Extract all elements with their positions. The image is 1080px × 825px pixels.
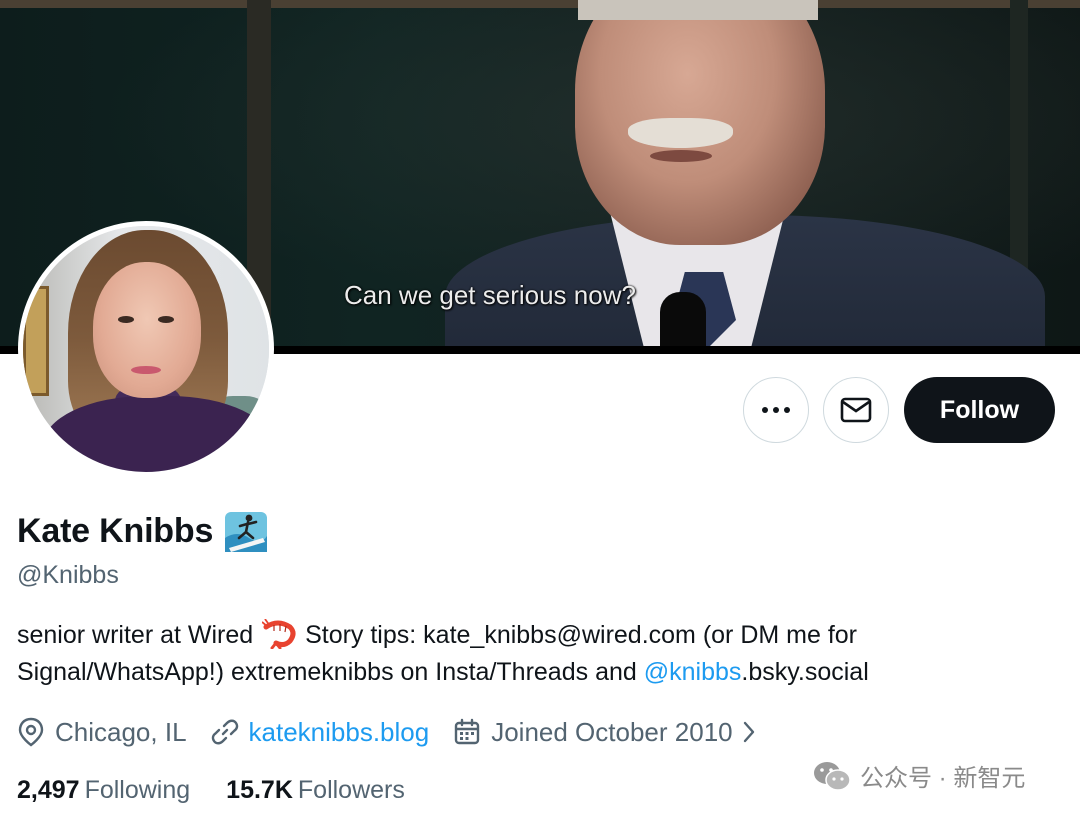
- handle: @Knibbs: [17, 561, 119, 589]
- followers-label: Followers: [297, 776, 405, 804]
- envelope-icon: [840, 397, 872, 423]
- display-name: Kate Knibbs: [17, 511, 214, 550]
- following-label: Following: [84, 776, 191, 804]
- watermark: 公众号 · 新智元: [812, 758, 1025, 793]
- follow-stats: 2,497 Following 15.7K Followers: [17, 776, 441, 805]
- wechat-icon: [814, 761, 851, 791]
- shrimp-icon: [262, 619, 296, 649]
- profile-page: Can we get serious now? Follow Kate Knib…: [0, 0, 1080, 825]
- location-pin-icon: [18, 717, 44, 747]
- avatar-wall-art: [23, 286, 49, 396]
- bio: senior writer at Wired Story tips: kate_…: [17, 617, 1057, 691]
- name-row: Kate Knibbs: [17, 508, 269, 554]
- avatar[interactable]: [18, 221, 274, 477]
- banner-figure-hair: [578, 0, 818, 20]
- follow-button[interactable]: Follow: [904, 377, 1055, 443]
- following-stat[interactable]: 2,497 Following: [17, 776, 190, 805]
- bio-text-1: senior writer at Wired: [17, 621, 254, 649]
- link-icon: [211, 719, 238, 745]
- following-count: 2,497: [17, 776, 80, 804]
- chevron-right-icon[interactable]: [741, 720, 757, 744]
- bio-text-3: .bsky.social: [741, 658, 869, 686]
- followers-count: 15.7K: [226, 776, 293, 804]
- watermark-text: 公众号 · 新智元: [860, 765, 1026, 792]
- more-horizontal-icon: [762, 407, 790, 413]
- banner-figure-mouth: [650, 150, 712, 162]
- avatar-lips: [131, 366, 161, 374]
- message-button[interactable]: [823, 377, 889, 443]
- profile-meta: Chicago, IL kateknibbs.blog Joined Octob…: [17, 712, 791, 752]
- location-text: Chicago, IL: [55, 716, 187, 747]
- website[interactable]: kateknibbs.blog: [211, 717, 430, 748]
- joined-date[interactable]: Joined October 2010: [453, 717, 766, 748]
- microphone: [660, 292, 706, 352]
- banner-frame-top: [0, 0, 1080, 8]
- location: Chicago, IL: [17, 717, 187, 748]
- followers-stat[interactable]: 15.7K Followers: [226, 776, 405, 805]
- avatar-sweater: [43, 396, 269, 472]
- banner-figure-mustache: [628, 118, 733, 148]
- bio-mention-link[interactable]: @knibbs: [644, 658, 742, 686]
- more-options-button[interactable]: [743, 377, 809, 443]
- website-link[interactable]: kateknibbs.blog: [249, 717, 430, 748]
- banner-subtitle: Can we get serious now?: [344, 280, 636, 310]
- avatar-eye-left: [118, 316, 134, 323]
- surfer-icon: [225, 512, 268, 552]
- avatar-face: [93, 262, 201, 398]
- joined-text: Joined October 2010: [491, 716, 733, 747]
- avatar-eye-right: [158, 316, 174, 323]
- calendar-icon: [455, 718, 480, 745]
